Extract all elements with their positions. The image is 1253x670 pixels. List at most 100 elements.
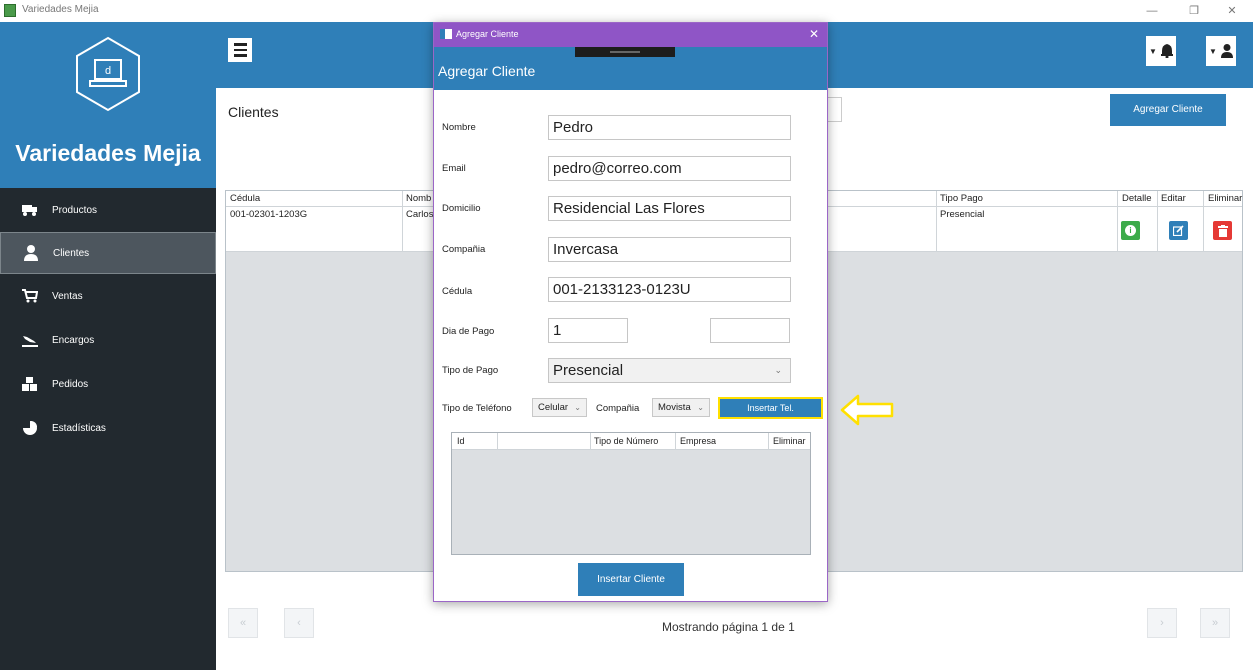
domicilio-label: Domicilio: [442, 203, 481, 214]
page-title: Clientes: [228, 104, 279, 120]
cell-cedula: 001-02301-1203G: [230, 209, 308, 220]
sidebar-item-encargos[interactable]: Encargos: [0, 319, 216, 361]
pager-next-button[interactable]: ›: [1147, 608, 1177, 638]
laptop-logo-icon: d: [76, 36, 140, 112]
column-header-eliminar[interactable]: Eliminar: [773, 436, 806, 446]
tipo-telefono-select[interactable]: Celular ⌄: [532, 398, 587, 417]
nombre-label: Nombre: [442, 122, 476, 133]
trash-icon: [1217, 224, 1228, 237]
phone-compania-label: Compañia: [596, 403, 640, 414]
chevron-down-icon: ⌄: [697, 403, 704, 412]
column-header-tipo-numero[interactable]: Tipo de Número: [594, 436, 658, 446]
chevron-down-icon: ⌄: [574, 403, 581, 412]
pie-chart-icon: [22, 420, 38, 436]
window-titlebar: Variedades Mejia — ❐ ✕: [0, 0, 1253, 22]
insert-phone-button[interactable]: Insertar Tel.: [718, 397, 823, 419]
sidebar-item-productos[interactable]: Productos: [0, 189, 216, 231]
drag-handle[interactable]: [575, 47, 675, 57]
chevron-down-icon: ⌄: [774, 365, 782, 375]
highlight-arrow-icon: [840, 394, 894, 426]
add-client-dialog: Agregar Cliente ✕ Agregar Cliente Nombre…: [433, 22, 828, 602]
nombre-field[interactable]: Pedro: [548, 115, 791, 140]
insert-client-button[interactable]: Insertar Cliente: [578, 563, 684, 596]
user-dropdown[interactable]: ▼: [1206, 36, 1236, 66]
phones-table: Id Tipo de Número Empresa Eliminar: [451, 432, 811, 555]
compania-label: Compañia: [442, 244, 486, 255]
column-header-cedula[interactable]: Cédula: [230, 193, 260, 204]
cell-nombre: Carlos: [406, 209, 434, 220]
sidebar-item-label: Estadísticas: [52, 422, 106, 434]
pager-prev-button[interactable]: ‹: [284, 608, 314, 638]
column-header-eliminar[interactable]: Eliminar: [1208, 193, 1242, 204]
edit-icon: [1173, 225, 1184, 236]
sidebar-item-label: Pedidos: [52, 378, 89, 390]
dia-pago-label: Dia de Pago: [442, 326, 495, 337]
brand-name: Variedades Mejia: [15, 140, 201, 166]
column-header-tipo-pago[interactable]: Tipo Pago: [940, 193, 983, 204]
brand: d Variedades Mejia: [0, 22, 216, 188]
maximize-button[interactable]: ❐: [1180, 2, 1208, 20]
pager-first-button[interactable]: «: [228, 608, 258, 638]
cedula-field[interactable]: 001-2133123-0123U: [548, 277, 791, 302]
cell-tipo-pago: Presencial: [940, 209, 985, 220]
sidebar-item-label: Clientes: [53, 247, 90, 259]
cedula-label: Cédula: [442, 286, 473, 297]
cart-icon: [22, 288, 38, 304]
sidebar-item-estadisticas[interactable]: Estadísticas: [0, 407, 216, 449]
plane-landing-icon: [22, 332, 38, 348]
bell-icon: [1160, 44, 1173, 58]
column-header-editar[interactable]: Editar: [1161, 193, 1186, 204]
notifications-dropdown[interactable]: ▼: [1146, 36, 1176, 66]
dialog-heading: Agregar Cliente: [438, 63, 536, 79]
phone-compania-value: Movista: [658, 402, 691, 413]
tipo-pago-select[interactable]: Presencial ⌄: [548, 358, 791, 383]
brand-logo-letter: d: [105, 65, 111, 77]
column-header-nombre[interactable]: Nomb: [406, 193, 431, 204]
sidebar-item-pedidos[interactable]: Pedidos: [0, 363, 216, 405]
dialog-header: Agregar Cliente: [434, 47, 827, 90]
delete-button[interactable]: [1213, 221, 1232, 240]
caret-down-icon: ▼: [1149, 46, 1157, 56]
info-icon: i: [1125, 225, 1136, 236]
window-title: Variedades Mejia: [22, 4, 99, 15]
dialog-titlebar: Agregar Cliente ✕: [434, 23, 827, 47]
close-button[interactable]: ✕: [1218, 2, 1246, 20]
truck-icon: [22, 202, 38, 218]
dia-pago-secondary-field[interactable]: [710, 318, 790, 343]
sidebar-item-label: Productos: [52, 204, 98, 216]
phone-compania-select[interactable]: Movista ⌄: [652, 398, 710, 417]
pager-last-button[interactable]: »: [1200, 608, 1230, 638]
phones-table-header: Id Tipo de Número Empresa Eliminar: [452, 433, 810, 450]
caret-down-icon: ▼: [1209, 46, 1217, 56]
menu-icon[interactable]: [228, 38, 252, 62]
app-icon: [4, 4, 16, 17]
column-header-id[interactable]: Id: [457, 436, 465, 446]
tipo-telefono-value: Celular: [538, 402, 569, 413]
user-icon: [23, 245, 39, 261]
domicilio-field[interactable]: Residencial Las Flores: [548, 196, 791, 221]
dialog-app-icon: [440, 29, 452, 39]
boxes-icon: [22, 376, 38, 392]
compania-field[interactable]: Invercasa: [548, 237, 791, 262]
detail-button[interactable]: i: [1121, 221, 1140, 240]
sidebar-item-ventas[interactable]: Ventas: [0, 275, 216, 317]
tipo-pago-value: Presencial: [553, 362, 624, 379]
column-header-detalle[interactable]: Detalle: [1122, 193, 1152, 204]
email-field[interactable]: pedro@correo.com: [548, 156, 791, 181]
tipo-pago-label: Tipo de Pago: [442, 365, 499, 376]
minimize-button[interactable]: —: [1138, 2, 1166, 20]
dia-pago-field[interactable]: 1: [548, 318, 628, 343]
email-label: Email: [442, 163, 466, 174]
tipo-telefono-label: Tipo de Teléfono: [442, 403, 512, 414]
sidebar-item-label: Ventas: [52, 290, 83, 302]
user-icon: [1220, 44, 1233, 58]
column-header-empresa[interactable]: Empresa: [680, 436, 716, 446]
sidebar-item-label: Encargos: [52, 334, 95, 346]
pager-status: Mostrando página 1 de 1: [662, 620, 795, 634]
edit-button[interactable]: [1169, 221, 1188, 240]
dialog-window-title: Agregar Cliente: [456, 29, 519, 39]
add-client-button[interactable]: Agregar Cliente: [1110, 94, 1226, 126]
sidebar-item-clientes[interactable]: Clientes: [0, 232, 216, 274]
sidebar: d Variedades Mejia Productos Clientes Ve…: [0, 22, 216, 670]
dialog-close-button[interactable]: ✕: [809, 27, 819, 41]
